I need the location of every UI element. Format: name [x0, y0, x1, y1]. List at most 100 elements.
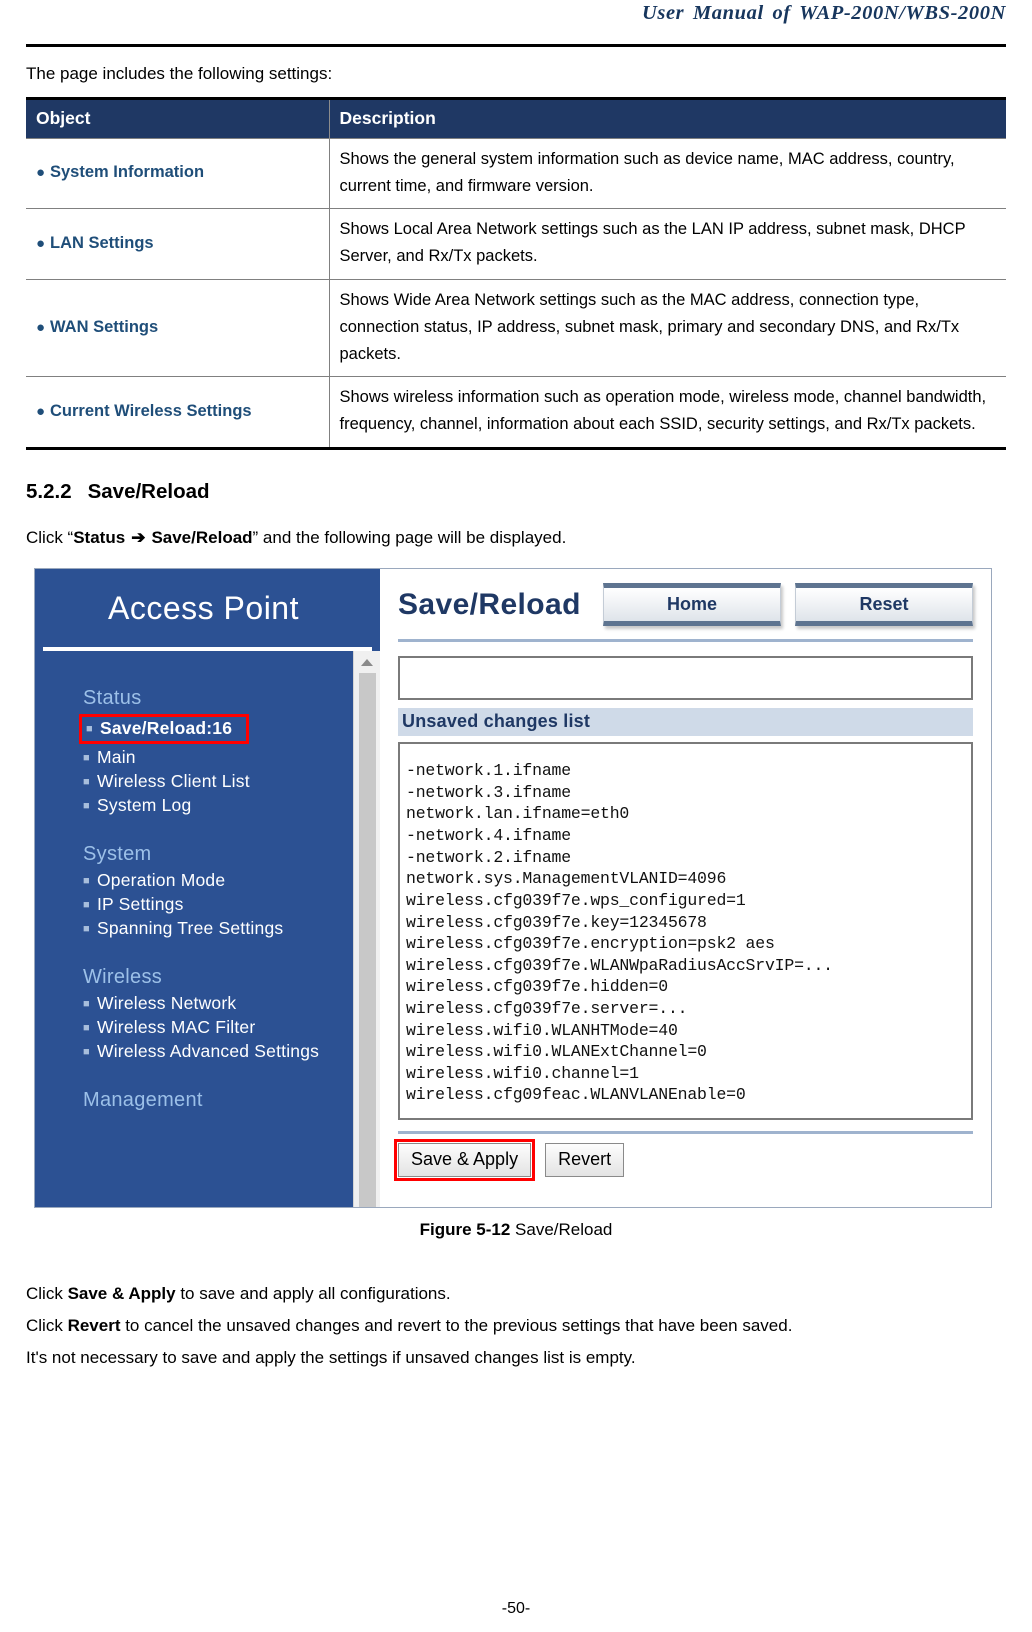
object-label: Current Wireless Settings [50, 401, 252, 420]
square-bullet-icon: ■ [83, 800, 90, 813]
sidebar-item-label: Wireless MAC Filter [97, 1017, 256, 1038]
intro-paragraph: The page includes the following settings… [26, 64, 333, 83]
table-row: ● Current Wireless Settings Shows wirele… [26, 376, 1006, 449]
panel-header: Save/Reload Home Reset [398, 583, 973, 627]
sidebar-item-wireless-client-list[interactable]: ■ Wireless Client List [83, 770, 353, 793]
square-bullet-icon: ■ [83, 776, 90, 789]
unsaved-changes-label: Unsaved changes list [398, 708, 973, 737]
empty-list-note: It's not necessary to save and apply the… [26, 1348, 636, 1368]
sidebar-item-wireless-mac-filter[interactable]: ■ Wireless MAC Filter [83, 1016, 353, 1039]
panel-footer-divider [398, 1131, 973, 1135]
object-label: LAN Settings [50, 233, 154, 252]
table-row: ● WAN Settings Shows Wide Area Network s… [26, 278, 1006, 377]
change-line: wireless.cfg039f7e.key=12345678 [406, 912, 707, 932]
device-brand-title: Access Point [108, 589, 299, 626]
sidebar-item-label: Wireless Client List [97, 771, 250, 792]
change-line: wireless.wifi0.WLANExtChannel=0 [406, 1042, 707, 1062]
bullet-icon: ● [36, 234, 46, 252]
sidebar-item-wireless-advanced-settings[interactable]: ■ Wireless Advanced Settings [83, 1040, 353, 1063]
figure-caption: Figure 5-12 Save/Reload [26, 1220, 1006, 1240]
sidebar-item-ip-settings[interactable]: ■ IP Settings [83, 893, 353, 916]
sidebar-nav: Status ■ Save/Reload:16 ■ Main ■ Wireless Clie… [35, 651, 353, 1207]
home-button[interactable]: Home [603, 583, 781, 627]
line2-bold: Revert [67, 1316, 121, 1336]
sidebar-item-label: Wireless Advanced Settings [97, 1041, 320, 1062]
sidebar-item-label: IP Settings [97, 894, 184, 915]
running-header-title: User Manual of WAP-200N/WBS-200N [641, 2, 1006, 24]
table-cell-description: Shows wireless information such as opera… [329, 376, 1006, 449]
change-line: -network.1.ifname [406, 761, 571, 781]
sidebar-scrollbar[interactable] [353, 651, 380, 1208]
sidebar-group-wireless: Wireless [83, 966, 163, 989]
line1-bold: Save & Apply [67, 1284, 176, 1304]
arrow-icon: ➔ [131, 527, 146, 547]
square-bullet-icon: ■ [86, 723, 93, 736]
object-label: System Information [50, 163, 205, 182]
table-cell-object: ● Current Wireless Settings [26, 376, 330, 449]
table-row: ● LAN Settings Shows Local Area Network … [26, 208, 1006, 280]
revert-description: Click Revert to cancel the unsaved chang… [26, 1316, 1006, 1336]
click-path-status: Status [73, 527, 126, 547]
square-bullet-icon: ■ [83, 1022, 90, 1035]
square-bullet-icon: ■ [83, 998, 90, 1011]
table-cell-description: Shows Wide Area Network settings such as… [329, 278, 1006, 377]
panel-title: Save/Reload [398, 587, 581, 621]
sidebar-group-status: Status [83, 687, 142, 710]
square-bullet-icon: ■ [83, 875, 90, 888]
unsaved-changes-list[interactable]: -network.1.ifname -network.3.ifname networ… [398, 742, 973, 1121]
table-cell-description: Shows Local Area Network settings such a… [329, 208, 1006, 280]
sidebar-item-system-log[interactable]: ■ System Log [83, 794, 353, 817]
change-line: -network.2.ifname [406, 847, 571, 867]
bullet-icon: ● [36, 402, 46, 420]
running-header: User Manual of WAP-200N/WBS-200N [26, 0, 1006, 44]
sidebar-item-label: Wireless Network [97, 993, 237, 1014]
click-prefix: Click “ [26, 527, 74, 547]
scroll-up-arrow-icon[interactable] [354, 651, 380, 674]
sidebar-item-spanning-tree-settings[interactable]: ■ Spanning Tree Settings [83, 917, 353, 940]
line1-prefix: Click [26, 1284, 68, 1304]
figure-label: Figure 5-12 [419, 1220, 511, 1240]
after-figure-text: Click Save & Apply to save and apply all… [26, 1284, 1006, 1368]
click-path-savereload: Save/Reload [151, 527, 253, 547]
sidebar-item-operation-mode[interactable]: ■ Operation Mode [83, 869, 353, 892]
sidebar-item-main[interactable]: ■ Main [83, 746, 353, 769]
square-bullet-icon: ■ [83, 923, 90, 936]
change-line: -network.3.ifname [406, 782, 571, 802]
square-bullet-icon: ■ [83, 1046, 90, 1059]
table-row: ● System Information Shows the general s… [26, 137, 1006, 209]
change-line: wireless.cfg039f7e.wps_configured=1 [406, 890, 746, 910]
change-line: wireless.wifi0.WLANHTMode=40 [406, 1020, 678, 1040]
page-footer: -50- [501, 1600, 531, 1617]
square-bullet-icon: ■ [83, 899, 90, 912]
square-bullet-icon: ■ [83, 752, 90, 765]
change-line: wireless.cfg039f7e.encryption=psk2 aes [406, 934, 775, 954]
status-text-input[interactable] [398, 656, 973, 701]
bullet-icon: ● [36, 318, 46, 336]
reset-button[interactable]: Reset [795, 583, 973, 627]
sidebar-nav-wrapper: Status ■ Save/Reload:16 ■ Main ■ Wireless Clie… [35, 651, 380, 1208]
header-divider [26, 44, 1006, 47]
revert-button[interactable]: Revert [545, 1143, 625, 1178]
change-line: wireless.cfg039f7e.hidden=0 [406, 977, 668, 997]
change-line: wireless.wifi0.channel=1 [406, 1063, 639, 1083]
change-line: network.sys.ManagementVLANID=4096 [406, 869, 727, 889]
section-title: Save/Reload [87, 479, 210, 503]
line2-prefix: Click [26, 1316, 68, 1336]
settings-table: Object Description ● System Information … [26, 96, 1006, 450]
scrollbar-thumb[interactable] [358, 673, 376, 1208]
click-suffix: ” and the following page will be display… [252, 527, 567, 547]
sidebar-item-wireless-network[interactable]: ■ Wireless Network [83, 992, 353, 1015]
save-and-apply-button[interactable]: Save & Apply [393, 1139, 536, 1182]
line2-suffix: to cancel the unsaved changes and revert… [120, 1316, 793, 1336]
sidebar-item-label: Main [97, 747, 136, 768]
bullet-icon: ● [36, 164, 46, 182]
change-line: wireless.cfg039f7e.server=... [406, 998, 688, 1018]
sidebar-item-save-reload-16[interactable]: ■ Save/Reload:16 [79, 714, 250, 745]
document-page: User Manual of WAP-200N/WBS-200N The pag… [0, 0, 1032, 1632]
table-cell-object: ● LAN Settings [26, 208, 330, 280]
action-button-row: Save & Apply Revert [393, 1139, 973, 1182]
sidebar-group-system: System [83, 843, 152, 866]
device-main-panel: Save/Reload Home Reset Unsaved changes l… [380, 569, 991, 1208]
object-label: WAN Settings [50, 317, 159, 336]
sidebar-group-management: Management [83, 1089, 203, 1112]
